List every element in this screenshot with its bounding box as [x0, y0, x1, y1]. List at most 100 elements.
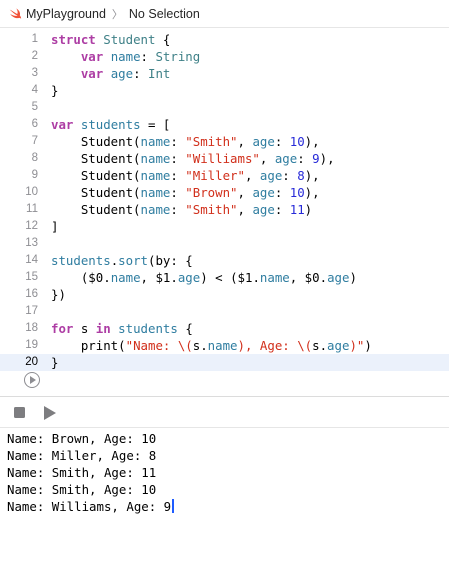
code-token: { [177, 321, 193, 336]
code-token: Student( [51, 151, 141, 166]
line-number: 11 [26, 203, 38, 215]
code-token: name [140, 202, 171, 217]
code-token: age [110, 66, 134, 81]
console-line: Name: Brown, Age: 10 [7, 430, 156, 447]
code-token: students [51, 253, 111, 268]
code-text: } [51, 82, 58, 99]
code-line[interactable]: 8 Student(name: "Williams", age: 9), [0, 150, 449, 167]
code-token: for [51, 321, 74, 336]
console-text: Name: Smith, Age: 11 [7, 465, 157, 480]
code-text: ] [51, 218, 58, 235]
line-number: 16 [25, 288, 38, 300]
breadcrumb-project[interactable]: MyPlayground [26, 7, 106, 21]
code-line[interactable]: 6 var students = [ [0, 116, 449, 133]
code-token: age [177, 270, 201, 285]
code-token: : [297, 151, 313, 166]
code-token: 10 [289, 185, 305, 200]
code-token: students [118, 321, 178, 336]
code-token: s. [192, 338, 208, 353]
code-token: "Williams" [185, 151, 260, 166]
code-token: Student( [51, 168, 141, 183]
code-text: } [51, 354, 58, 371]
code-line[interactable]: 20} [0, 354, 449, 371]
console-output[interactable]: Name: Brown, Age: 10 Name: Miller, Age: 8… [0, 430, 449, 561]
code-line[interactable]: 11 Student(name: "Smith", age: 11) [0, 201, 449, 218]
code-token: 11 [289, 202, 305, 217]
code-token: , [237, 134, 253, 149]
code-token: 10 [289, 134, 305, 149]
code-token: ($0. [51, 270, 111, 285]
code-token: ), [304, 185, 320, 200]
code-token: : [274, 202, 290, 217]
code-token: , [259, 151, 275, 166]
code-editor[interactable]: 1 struct Student {2 var name: String 3 var… [0, 30, 449, 392]
code-line[interactable]: 7 Student(name: "Smith", age: 10), [0, 133, 449, 150]
code-line[interactable]: 1 struct Student { [0, 31, 449, 48]
code-token: ), [319, 151, 335, 166]
code-token: , $1. [140, 270, 178, 285]
code-token: : [133, 66, 149, 81]
code-line[interactable]: 9 Student(name: "Miller", age: 8), [0, 167, 449, 184]
code-text: var students = [ [51, 116, 170, 133]
code-text: struct Student { [51, 31, 170, 48]
breadcrumb-selection[interactable]: No Selection [129, 7, 200, 21]
line-number: 6 [31, 118, 38, 130]
code-token: ), [304, 168, 320, 183]
code-line[interactable]: 13 [0, 235, 449, 252]
code-token: , [237, 185, 253, 200]
run-circle-icon[interactable] [24, 372, 40, 388]
console-line: Name: Smith, Age: 10 [7, 481, 156, 498]
code-token: ] [51, 219, 59, 234]
code-token: : [170, 134, 186, 149]
console-text: Name: Brown, Age: 10 [7, 431, 157, 446]
code-token: age [327, 270, 350, 285]
code-token: var [80, 66, 104, 81]
code-token: }) [51, 287, 66, 302]
code-token: name [207, 338, 238, 353]
code-token: Student( [51, 202, 141, 217]
code-token: : [170, 202, 186, 217]
line-number: 1 [31, 33, 38, 45]
code-token: name [140, 134, 171, 149]
line-number: 19 [25, 339, 38, 351]
code-line[interactable]: 18 for s in students { [0, 320, 449, 337]
code-line[interactable]: 3 var age: Int [0, 65, 449, 82]
code-token: "Brown" [185, 185, 238, 200]
code-token: ) [304, 202, 313, 217]
code-token: name [110, 270, 141, 285]
code-token: age [252, 134, 275, 149]
code-text: }) [51, 286, 66, 303]
code-token: )" [349, 338, 365, 353]
code-token: , [237, 202, 253, 217]
code-token: "Smith" [185, 134, 238, 149]
code-text: var age: Int [51, 65, 171, 82]
code-line[interactable]: 10 Student(name: "Brown", age: 10), [0, 184, 449, 201]
code-token: 8 [297, 168, 305, 183]
code-line[interactable]: 19 print("Name: \(s.name), Age: \(s.age)… [0, 337, 449, 354]
play-icon[interactable] [44, 406, 56, 420]
line-number: 7 [31, 135, 38, 147]
code-line[interactable]: 14 students.sort(by: { [0, 252, 449, 269]
code-line[interactable]: 4} [0, 82, 449, 99]
stop-icon[interactable] [14, 407, 25, 418]
code-token: : [274, 185, 290, 200]
code-token: s. [312, 338, 328, 353]
line-number: 2 [31, 50, 38, 62]
breadcrumb: MyPlayground 〉 No Selection [0, 0, 449, 28]
code-line[interactable]: 15 ($0.name, $1.age) < ($1.name, $0.age) [0, 269, 449, 286]
code-line[interactable]: 17 [0, 303, 449, 320]
code-token: Student [103, 32, 156, 47]
code-token: name [140, 185, 171, 200]
code-line[interactable]: 16}) [0, 286, 449, 303]
code-token: : [170, 151, 186, 166]
code-token: } [51, 355, 59, 370]
code-token: "Name: \( [125, 338, 193, 353]
code-token: : [140, 49, 156, 64]
code-line[interactable]: 2 var name: String [0, 48, 449, 65]
code-line[interactable]: 12] [0, 218, 449, 235]
code-token: : [170, 168, 186, 183]
code-line[interactable]: 5 [0, 99, 449, 116]
